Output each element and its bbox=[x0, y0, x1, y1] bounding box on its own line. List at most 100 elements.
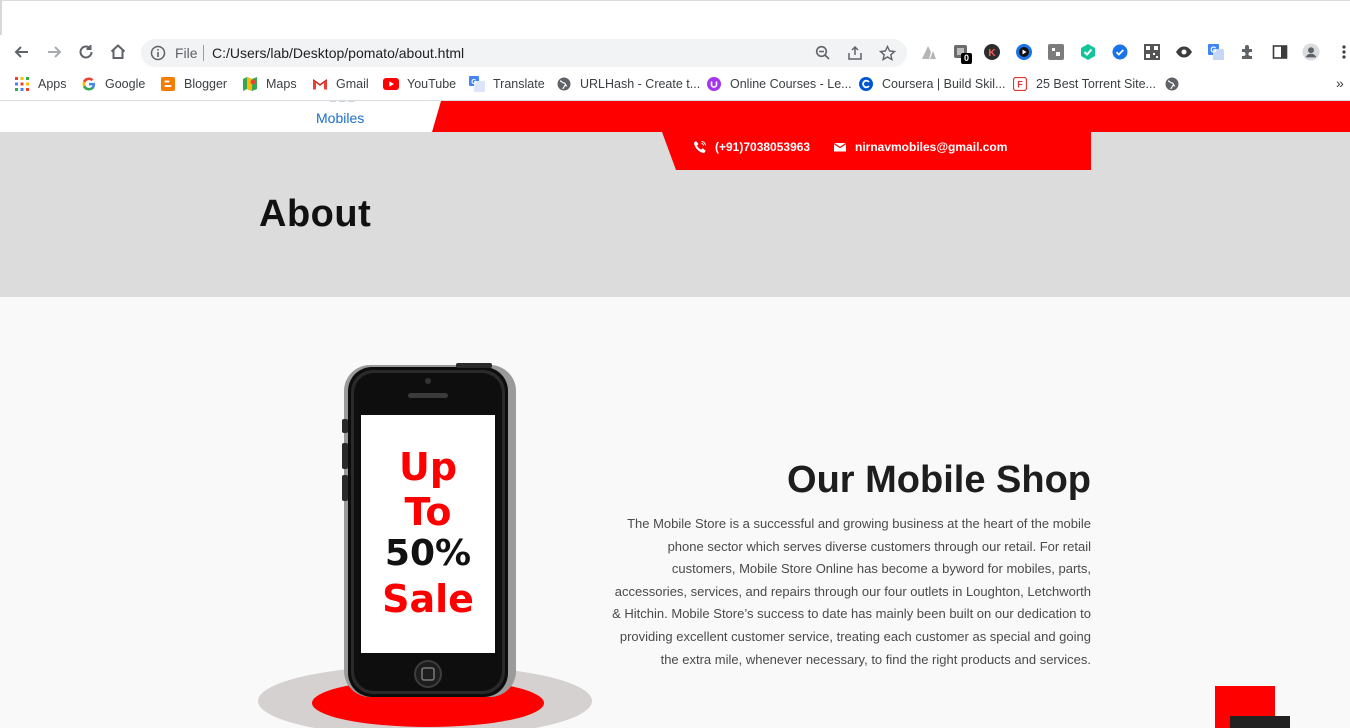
bookmark-translate[interactable]: G Translate bbox=[469, 75, 545, 93]
gmail-icon bbox=[312, 76, 328, 92]
profile-avatar-icon[interactable] bbox=[1302, 43, 1320, 61]
reload-icon bbox=[79, 45, 93, 59]
contact-email-text: nirnavmobiles@gmail.com bbox=[855, 140, 1008, 154]
bookmark-label: 25 Best Torrent Site... bbox=[1036, 77, 1156, 91]
promo-line-percent: 50% bbox=[384, 533, 472, 574]
phone-icon bbox=[693, 140, 707, 154]
maps-icon bbox=[242, 76, 258, 92]
google-icon bbox=[81, 76, 97, 92]
page-title: About bbox=[259, 193, 372, 235]
extension-grammar-icon[interactable] bbox=[1079, 43, 1097, 61]
header-red-slant bbox=[432, 101, 441, 132]
bookmark-maps[interactable]: Maps bbox=[242, 75, 297, 93]
home-icon bbox=[110, 44, 126, 59]
extension-badge-icon[interactable]: 0 bbox=[952, 43, 973, 64]
svg-text:G: G bbox=[1210, 46, 1216, 55]
translate-icon: G bbox=[469, 76, 485, 92]
bookmark-youtube[interactable]: YouTube bbox=[383, 75, 456, 93]
bookmark-label: Blogger bbox=[184, 77, 228, 91]
promo-line-sale: Sale bbox=[382, 577, 474, 621]
bookmarks-bar: Apps Google Blogger Maps Gmail YouTube G bbox=[0, 69, 1350, 101]
bookmark-online-courses[interactable]: Online Courses - Le... bbox=[706, 75, 852, 93]
info-icon[interactable] bbox=[150, 45, 166, 61]
extension-a-icon[interactable] bbox=[920, 43, 938, 61]
address-bar[interactable]: File C:/Users/lab/Desktop/pomato/about.h… bbox=[141, 39, 907, 67]
coursera-icon bbox=[858, 76, 874, 92]
svg-text:F: F bbox=[1017, 80, 1023, 90]
bookmark-urlhash[interactable]: URLHash - Create t... bbox=[556, 75, 700, 93]
extensions-puzzle-icon[interactable] bbox=[1239, 43, 1257, 61]
bookmark-google[interactable]: Google bbox=[81, 75, 145, 93]
bookmark-label: YouTube bbox=[407, 77, 457, 91]
browser-toolbar: File C:/Users/lab/Desktop/pomato/about.h… bbox=[0, 35, 1350, 69]
side-panel-icon[interactable] bbox=[1271, 43, 1289, 61]
bookmark-blogger[interactable]: Blogger bbox=[160, 75, 227, 93]
youtube-icon bbox=[383, 76, 399, 92]
extension-qr-icon[interactable] bbox=[1143, 43, 1161, 61]
web-page: ‒ ‒ ‒ Mobiles (+91)7038053963 nirnavmobi… bbox=[0, 101, 1350, 728]
browser-menu-icon[interactable] bbox=[1335, 43, 1350, 61]
extension-puzzle-box-icon[interactable] bbox=[1047, 43, 1065, 61]
svg-text:G: G bbox=[471, 79, 477, 86]
section-description: The Mobile Store is a successful and gro… bbox=[612, 516, 1091, 667]
page-hero: (+91)7038053963 nirnavmobiles@gmail.com … bbox=[0, 132, 1350, 297]
site-logo-link[interactable]: Mobiles bbox=[316, 110, 364, 126]
bookmark-coursera[interactable]: Coursera | Build Skil... bbox=[858, 75, 1005, 93]
contact-email[interactable]: nirnavmobiles@gmail.com bbox=[833, 140, 1007, 154]
envelope-icon bbox=[833, 140, 847, 154]
svg-text:K: K bbox=[988, 48, 996, 59]
apps-grid-icon bbox=[14, 76, 30, 92]
header-red-band bbox=[432, 101, 1350, 132]
bookmarks-overflow-button[interactable]: » bbox=[1336, 75, 1344, 91]
bookmark-label: URLHash - Create t... bbox=[580, 77, 701, 91]
extension-k-icon[interactable]: K bbox=[983, 43, 1001, 61]
home-button[interactable] bbox=[106, 40, 130, 64]
promo-text: Up To 50% Sale bbox=[361, 415, 495, 653]
share-icon[interactable] bbox=[846, 44, 864, 62]
logo-clipped-text: ‒ ‒ ‒ bbox=[330, 101, 355, 107]
reload-button[interactable] bbox=[74, 40, 98, 64]
bookmark-torrent-sites[interactable]: F 25 Best Torrent Site... bbox=[1012, 75, 1156, 93]
bookmark-apps[interactable]: Apps bbox=[14, 75, 67, 93]
bookmark-label: Coursera | Build Skil... bbox=[882, 77, 1006, 91]
extension-eye-icon[interactable] bbox=[1175, 43, 1193, 61]
scheme-label: File bbox=[175, 45, 198, 61]
bookmark-unnamed[interactable] bbox=[1164, 75, 1188, 93]
extension-play-icon[interactable] bbox=[1015, 43, 1033, 61]
contact-bar: (+91)7038053963 nirnavmobiles@gmail.com bbox=[676, 132, 1091, 170]
tab-strip-border bbox=[0, 0, 1350, 1]
bookmark-label: Apps bbox=[38, 77, 67, 91]
section-title: Our Mobile Shop bbox=[787, 459, 1091, 501]
decorative-dark-block bbox=[1230, 716, 1290, 728]
bookmark-label: Online Courses - Le... bbox=[730, 77, 852, 91]
contact-phone-text: (+91)7038053963 bbox=[715, 140, 811, 154]
bookmark-label: Gmail bbox=[336, 77, 369, 91]
contact-bar-slant bbox=[662, 132, 676, 170]
window-edge bbox=[0, 0, 2, 35]
scheme-separator bbox=[203, 45, 204, 61]
about-section: Up To 50% Sale Our Mobile Shop The Mobil… bbox=[0, 297, 1350, 728]
udemy-icon bbox=[706, 76, 722, 92]
promo-line-up: Up bbox=[398, 445, 458, 489]
blogger-icon bbox=[160, 76, 176, 92]
bookmark-label: Maps bbox=[266, 77, 297, 91]
bookmark-gmail[interactable]: Gmail bbox=[312, 75, 369, 93]
globe-icon bbox=[556, 76, 572, 92]
extension-check-icon[interactable] bbox=[1111, 43, 1129, 61]
promo-phone-image: Up To 50% Sale bbox=[258, 363, 592, 728]
promo-line-to: To bbox=[404, 490, 452, 534]
back-button[interactable] bbox=[10, 40, 34, 64]
bookmark-star-icon[interactable] bbox=[878, 44, 896, 62]
forward-button[interactable] bbox=[42, 40, 66, 64]
contact-phone[interactable]: (+91)7038053963 bbox=[693, 140, 810, 154]
extension-badge-count: 0 bbox=[961, 53, 973, 64]
zoom-icon[interactable] bbox=[814, 44, 832, 62]
globe-icon bbox=[1164, 76, 1180, 92]
extension-translate-icon[interactable]: G bbox=[1207, 43, 1225, 61]
url-text[interactable]: C:/Users/lab/Desktop/pomato/about.html bbox=[212, 45, 464, 61]
back-arrow-icon bbox=[14, 46, 28, 58]
forward-arrow-icon bbox=[48, 46, 62, 58]
torrent-site-icon: F bbox=[1012, 76, 1028, 92]
bookmark-label: Google bbox=[105, 77, 146, 91]
bookmark-label: Translate bbox=[493, 77, 545, 91]
